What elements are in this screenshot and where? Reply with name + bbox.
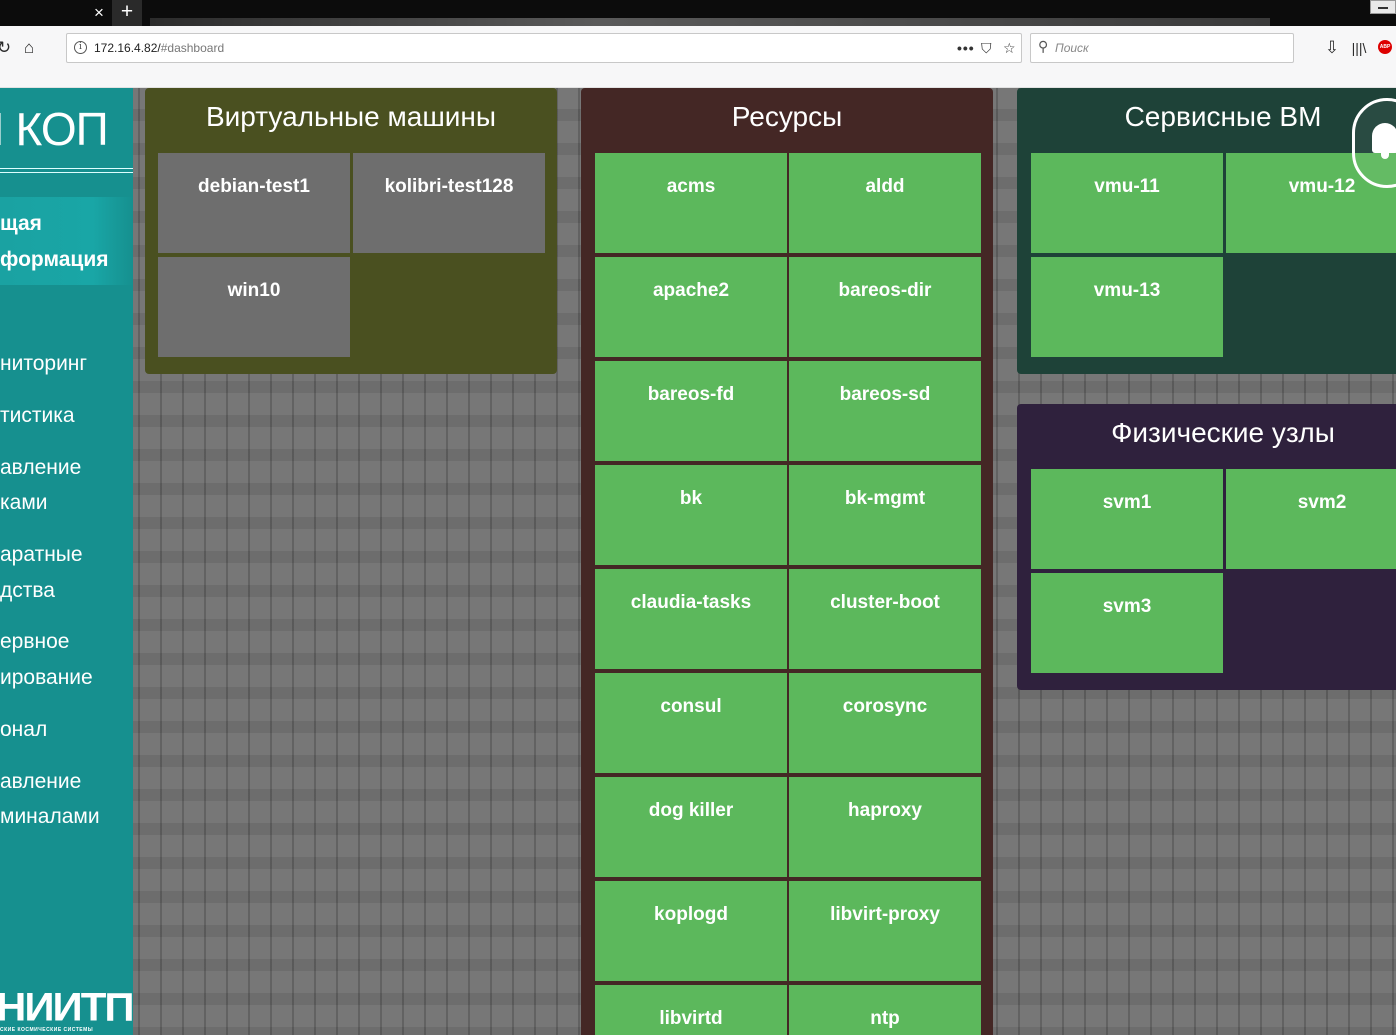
resource-tile-dog-killer[interactable]: dog killer	[595, 777, 787, 877]
resource-tile-apache2[interactable]: apache2	[595, 257, 787, 357]
panel-title-physical-nodes: Физические узлы	[1111, 417, 1335, 448]
new-tab-button[interactable]: +	[112, 0, 142, 26]
site-info-icon[interactable]: i	[74, 41, 87, 54]
resource-tile-bareos-sd[interactable]: bareos-sd	[789, 361, 981, 461]
sidebar-item-statistics[interactable]: тистика	[0, 398, 133, 434]
url-host: 172.16.4.82/	[94, 41, 161, 55]
url-text[interactable]: 172.16.4.82/#dashboard	[94, 41, 224, 55]
search-icon: ⚲	[1038, 38, 1049, 54]
tab-strip-background	[150, 18, 1270, 26]
resource-tile-ntp[interactable]: ntp	[789, 985, 981, 1035]
sidebar-item-backup-line1[interactable]: ервное	[0, 624, 133, 660]
resource-tile-consul[interactable]: consul	[595, 673, 787, 773]
tab-close-button[interactable]: ×	[88, 2, 110, 24]
node-tile-svm1[interactable]: svm1	[1031, 469, 1223, 569]
search-bar[interactable]: ⚲	[1030, 33, 1294, 63]
panel-resources: Ресурсы acms aldd apache2 bareos-dir bar…	[581, 88, 993, 1035]
navigation-bar: ↻ ⌂ i 172.16.4.82/#dashboard ••• ⛉ ☆ ⚲ ⇩…	[0, 26, 1396, 88]
library-icon[interactable]: |||\	[1348, 36, 1370, 60]
resource-tile-acms[interactable]: acms	[595, 153, 787, 253]
company-logo-subtitle: СКИЕ КОСМИЧЕСКИЕ СИСТЕМЫ	[0, 1027, 94, 1033]
resource-tile-bk-mgmt[interactable]: bk-mgmt	[789, 465, 981, 565]
sidebar-item-terminals-line1[interactable]: авление	[0, 764, 133, 800]
resource-tile-koplogd[interactable]: koplogd	[595, 881, 787, 981]
vm-tile-win10[interactable]: win10	[158, 257, 350, 357]
sidebar-item-general-info-line2[interactable]: формация	[0, 242, 133, 278]
node-tile-svm2[interactable]: svm2	[1226, 469, 1396, 569]
resource-tile-bk[interactable]: bk	[595, 465, 787, 565]
panel-title-resources: Ресурсы	[731, 101, 843, 132]
search-input[interactable]	[1055, 39, 1285, 57]
page-actions-icon[interactable]: •••	[957, 39, 975, 57]
resource-tile-libvirt-proxy[interactable]: libvirt-proxy	[789, 881, 981, 981]
adblock-icon[interactable]: ABP	[1378, 40, 1392, 54]
home-icon[interactable]: ⌂	[18, 36, 40, 60]
sidebar-item-hardware-line2[interactable]: дства	[0, 573, 133, 609]
panel-virtual-machines: Виртуальные машины debian-test1 kolibri-…	[145, 88, 557, 374]
sidebar-item-general-info-line1[interactable]: щая	[0, 206, 133, 242]
panel-title-service-vms: Сервисные ВМ	[1124, 101, 1322, 132]
pocket-icon[interactable]: ⛉	[981, 39, 992, 57]
resource-tile-corosync[interactable]: corosync	[789, 673, 981, 773]
panel-service-vms: Сервисные ВМ vmu-11 vmu-12 vmu-13	[1017, 88, 1396, 374]
resource-tile-claudia-tasks[interactable]: claudia-tasks	[595, 569, 787, 669]
sidebar-item-journal[interactable]: онал	[0, 712, 133, 748]
resource-tile-bareos-dir[interactable]: bareos-dir	[789, 257, 981, 357]
downloads-icon[interactable]: ⇩	[1322, 36, 1342, 60]
sidebar-item-monitoring[interactable]: ниторинг	[0, 346, 133, 382]
resource-tile-haproxy[interactable]: haproxy	[789, 777, 981, 877]
url-bar[interactable]: i 172.16.4.82/#dashboard ••• ⛉ ☆	[66, 33, 1022, 63]
resource-tile-cluster-boot[interactable]: cluster-boot	[789, 569, 981, 669]
notification-bell-button[interactable]	[1352, 98, 1396, 188]
bell-icon	[1372, 123, 1396, 159]
vm-tile-debian-test1[interactable]: debian-test1	[158, 153, 350, 253]
brand-title: I КОП	[0, 103, 109, 155]
company-logo: НИИТП	[0, 984, 133, 1029]
resource-tile-aldd[interactable]: aldd	[789, 153, 981, 253]
service-vm-tile-vmu-11[interactable]: vmu-11	[1031, 153, 1223, 253]
reload-icon[interactable]: ↻	[0, 36, 14, 60]
service-vm-tile-vmu-13[interactable]: vmu-13	[1031, 257, 1223, 357]
panel-physical-nodes: Физические узлы svm1 svm2 svm3	[1017, 404, 1396, 690]
sidebar: I КОП щая формация ниторинг тистика авле…	[0, 88, 133, 1035]
sidebar-item-backup-line2[interactable]: ирование	[0, 660, 133, 696]
vm-tile-kolibri-test128[interactable]: kolibri-test128	[353, 153, 545, 253]
tab-bar: × +	[0, 0, 1396, 26]
panel-title-virtual-machines: Виртуальные машины	[205, 101, 497, 132]
sidebar-item-hardware-line1[interactable]: аратные	[0, 537, 133, 573]
dashboard-page: I КОП щая формация ниторинг тистика авле…	[0, 88, 1396, 1035]
window-minimize-button[interactable]	[1370, 0, 1396, 14]
resource-tile-bareos-fd[interactable]: bareos-fd	[595, 361, 787, 461]
brand-divider	[0, 168, 133, 173]
sidebar-item-disk-management-line2[interactable]: ками	[0, 485, 133, 521]
sidebar-item-terminals-line2[interactable]: миналами	[0, 799, 133, 835]
url-hash: #dashboard	[160, 41, 225, 55]
node-tile-svm3[interactable]: svm3	[1031, 573, 1223, 673]
bookmark-star-icon[interactable]: ☆	[1003, 39, 1016, 57]
sidebar-item-disk-management-line1[interactable]: авление	[0, 450, 133, 486]
resource-tile-libvirtd[interactable]: libvirtd	[595, 985, 787, 1035]
